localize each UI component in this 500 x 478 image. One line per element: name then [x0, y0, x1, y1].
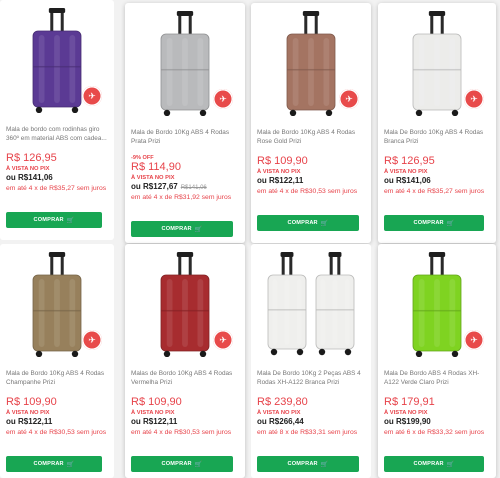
product-card[interactable]: ✈ Mala de bordo com rodinhas giro 360º e… — [0, 0, 114, 240]
product-title[interactable]: Mala de Bordo 10Kg ABS 4 Rodas Champanhe… — [6, 370, 108, 387]
buy-button[interactable]: COMPRAR 🛒 — [6, 456, 102, 472]
cart-icon: 🛒 — [194, 226, 203, 233]
buy-button-label: COMPRAR — [413, 461, 444, 467]
cart-icon: 🛒 — [446, 220, 455, 227]
cart-icon: 🛒 — [66, 461, 75, 468]
pix-label: À VISTA NO PIX — [6, 166, 50, 172]
pix-prefix: ou — [6, 417, 16, 426]
installments-text: em até 4 x de R$30,53 sem juros — [131, 429, 232, 436]
cart-icon: 🛒 — [194, 461, 203, 468]
product-card[interactable]: Mala De Bordo 10Kg 2 Peças ABS 4 Rodas X… — [251, 244, 371, 478]
buy-button[interactable]: COMPRAR 🛒 — [384, 456, 484, 472]
airplane-icon: ✈ — [213, 89, 233, 109]
product-title[interactable]: Malas de Bordo 10Kg ABS 4 Rodas Vermelha… — [131, 370, 239, 387]
buy-button[interactable]: COMPRAR 🛒 — [131, 456, 233, 472]
buy-button[interactable]: COMPRAR 🛒 — [257, 215, 359, 231]
buy-button-label: COMPRAR — [413, 220, 444, 226]
pix-price-line: ou R$141,06 — [6, 173, 53, 182]
product-price: R$ 179,91 — [384, 396, 435, 408]
pix-prefix: ou — [384, 417, 394, 426]
pix-label: À VISTA NO PIX — [257, 410, 301, 416]
product-title[interactable]: Mala de Bordo 10Kg ABS 4 Rodas Prata Pri… — [131, 129, 239, 146]
pix-price-line: ou R$141,06 — [384, 176, 431, 185]
installments-text: em até 4 x de R$30,53 sem juros — [257, 188, 358, 195]
installments-text: em até 4 x de R$31,92 sem juros — [131, 194, 232, 201]
installments-text: em até 6 x de R$33,32 sem juros — [384, 429, 485, 436]
pix-prefix: ou — [6, 173, 16, 182]
pix-label: À VISTA NO PIX — [6, 410, 50, 416]
product-price: R$ 239,80 — [257, 396, 308, 408]
airplane-icon: ✈ — [464, 330, 484, 350]
cart-icon: 🛒 — [446, 461, 455, 468]
pix-price: R$199,90 — [396, 417, 431, 426]
product-price: R$ 114,90 — [131, 161, 181, 173]
product-title[interactable]: Mala de Bordo 10Kg ABS 4 Rodas Rose Gold… — [257, 129, 365, 146]
buy-button[interactable]: COMPRAR 🛒 — [131, 221, 233, 237]
product-card[interactable]: ✈ Mala de Bordo 10Kg ABS 4 Rodas Rose Go… — [251, 3, 371, 243]
product-price: R$ 109,90 — [257, 155, 308, 167]
product-price: R$ 109,90 — [131, 396, 182, 408]
pix-price-line: ou R$266,44 — [257, 417, 304, 426]
product-title[interactable]: Mala de bordo com rodinhas giro 360º em … — [6, 126, 108, 143]
pix-prefix: ou — [131, 417, 141, 426]
pix-price: R$122,11 — [269, 176, 304, 185]
cart-icon: 🛒 — [320, 220, 329, 227]
pix-price-line: ou R$122,11 — [6, 417, 52, 426]
product-price: R$ 126,95 — [6, 152, 57, 164]
pix-label: À VISTA NO PIX — [257, 169, 301, 175]
cart-icon: 🛒 — [320, 461, 329, 468]
buy-button[interactable]: COMPRAR 🛒 — [257, 456, 359, 472]
airplane-icon: ✈ — [82, 86, 102, 106]
buy-button[interactable]: COMPRAR 🛒 — [6, 212, 102, 228]
product-image[interactable] — [251, 244, 371, 364]
pix-prefix: ou — [384, 176, 394, 185]
airplane-icon: ✈ — [339, 89, 359, 109]
pix-price-line: ou R$122,11 — [131, 417, 177, 426]
pix-price: R$122,11 — [18, 417, 53, 426]
pix-label: À VISTA NO PIX — [131, 175, 175, 181]
pix-label: À VISTA NO PIX — [384, 169, 428, 175]
product-card[interactable]: ✈ Malas de Bordo 10Kg ABS 4 Rodas Vermel… — [125, 244, 245, 478]
pix-price: R$141,06 — [396, 176, 431, 185]
buy-button-label: COMPRAR — [33, 217, 64, 223]
pix-price-line: ou R$199,90 — [384, 417, 431, 426]
product-card[interactable]: ✈ Mala De Bordo ABS 4 Rodas XH-A122 Verd… — [378, 244, 496, 478]
pix-price-line: ou R$127,67 R$141,06 — [131, 182, 207, 191]
buy-button-label: COMPRAR — [161, 461, 192, 467]
buy-button-label: COMPRAR — [287, 461, 318, 467]
installments-text: em até 4 x de R$35,27 sem juros — [6, 185, 107, 192]
buy-button-label: COMPRAR — [161, 226, 192, 232]
pix-price-line: ou R$122,11 — [257, 176, 303, 185]
pix-prefix: ou — [257, 176, 267, 185]
product-title[interactable]: Mala De Bordo 10Kg ABS 4 Rodas Branca Pr… — [384, 129, 490, 146]
buy-button-label: COMPRAR — [287, 220, 318, 226]
buy-button[interactable]: COMPRAR 🛒 — [384, 215, 484, 231]
installments-text: em até 4 x de R$30,53 sem juros — [6, 429, 107, 436]
pix-label: À VISTA NO PIX — [384, 410, 428, 416]
airplane-icon: ✈ — [82, 330, 102, 350]
installments-text: em até 8 x de R$33,31 sem juros — [257, 429, 358, 436]
product-card[interactable]: ✈ Mala De Bordo 10Kg ABS 4 Rodas Branca … — [378, 3, 496, 243]
airplane-icon: ✈ — [213, 330, 233, 350]
pix-price: R$266,44 — [269, 417, 304, 426]
buy-button-label: COMPRAR — [33, 461, 64, 467]
airplane-icon: ✈ — [464, 89, 484, 109]
pix-price: R$122,11 — [143, 417, 178, 426]
pix-prefix: ou — [131, 182, 141, 191]
product-title[interactable]: Mala De Bordo ABS 4 Rodas XH-A122 Verde … — [384, 370, 490, 387]
product-price: R$ 109,90 — [6, 396, 57, 408]
cart-icon: 🛒 — [66, 217, 75, 224]
installments-text: em até 4 x de R$35,27 sem juros — [384, 188, 485, 195]
pix-prefix: ou — [257, 417, 267, 426]
product-card[interactable]: ✈ Mala de Bordo 10Kg ABS 4 Rodas Champan… — [0, 244, 114, 478]
pix-label: À VISTA NO PIX — [131, 410, 175, 416]
old-price: R$141,06 — [180, 185, 207, 191]
pix-price: R$127,67 — [143, 182, 178, 191]
pix-price: R$141,06 — [18, 173, 53, 182]
product-price: R$ 126,95 — [384, 155, 435, 167]
product-title[interactable]: Mala De Bordo 10Kg 2 Peças ABS 4 Rodas X… — [257, 370, 365, 387]
product-card[interactable]: ✈ Mala de Bordo 10Kg ABS 4 Rodas Prata P… — [125, 3, 245, 243]
